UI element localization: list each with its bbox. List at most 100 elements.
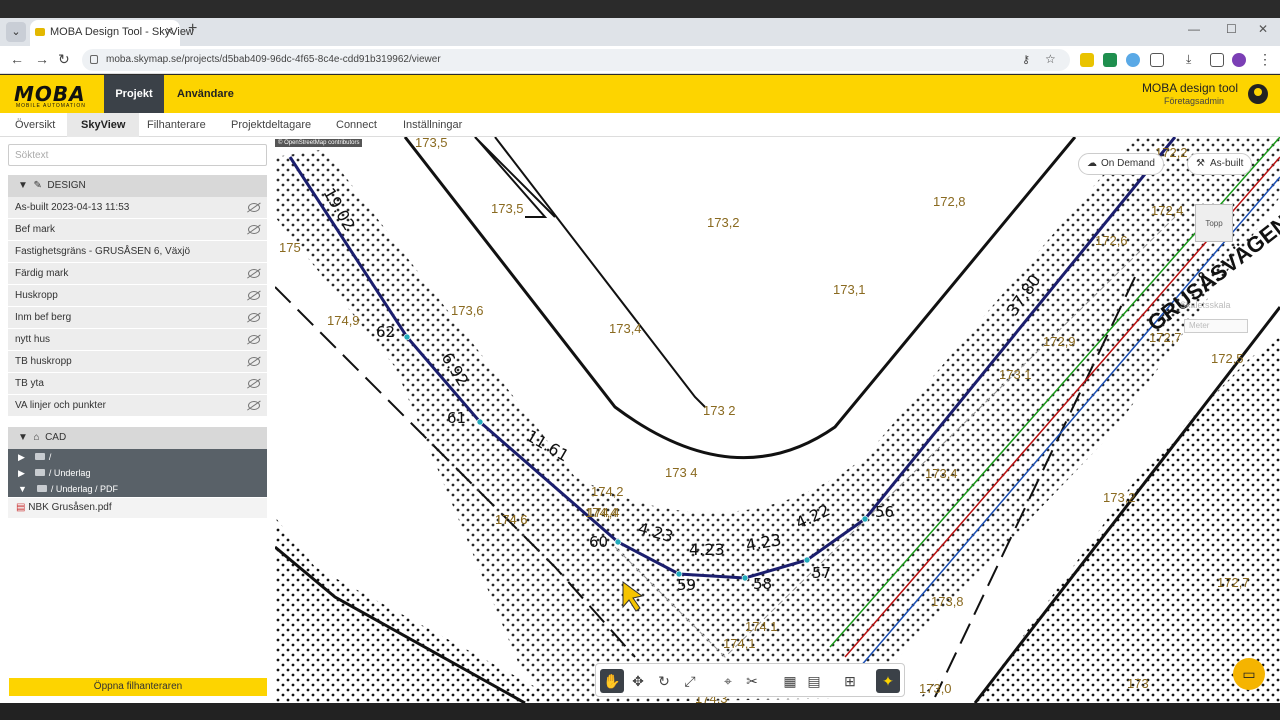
elevation-label: 173 xyxy=(1127,676,1149,691)
key-icon[interactable]: ⚷ xyxy=(1022,53,1030,66)
chat-icon[interactable]: ▭ xyxy=(1233,658,1265,690)
elevation-label: 172,7 xyxy=(1217,575,1250,590)
pan-icon[interactable]: ✋ xyxy=(600,669,624,693)
close-tab-icon[interactable]: ✕ xyxy=(165,25,174,38)
tab-projektdeltagare[interactable]: Projektdeltagare xyxy=(224,113,318,137)
tab-installningar[interactable]: Inställningar xyxy=(396,113,469,137)
tab-skyview[interactable]: SkyView xyxy=(67,113,140,137)
point-number[interactable]: 61 xyxy=(447,409,466,427)
site-info-icon[interactable] xyxy=(90,55,98,64)
tab-connect[interactable]: Connect xyxy=(329,113,384,137)
point-number[interactable]: 60 xyxy=(589,533,608,551)
map-icon[interactable]: ⊞ xyxy=(838,669,862,693)
tab-filhanterare[interactable]: Filhanterare xyxy=(140,113,213,137)
sidepanel-icon[interactable] xyxy=(1210,53,1224,67)
layer-item[interactable]: As-built 2023-04-13 11:53 xyxy=(8,197,267,219)
url-input[interactable]: moba.skymap.se/projects/d5bab409-96dc-4f… xyxy=(82,49,1070,71)
layer-item[interactable]: nytt hus xyxy=(8,329,267,351)
minimize-icon[interactable]: — xyxy=(1188,22,1200,36)
point-number[interactable]: 56 xyxy=(875,503,894,521)
fit-icon[interactable]: ⤢ xyxy=(678,669,702,693)
folder-row[interactable]: ▼ / Underlag / PDF xyxy=(8,481,267,497)
pdf-file-row[interactable]: ▤ NBK Grusåsen.pdf xyxy=(8,498,267,518)
point-number[interactable]: 62 xyxy=(376,323,395,341)
layer-item[interactable]: Bef mark xyxy=(8,219,267,241)
forward-icon[interactable]: → xyxy=(35,51,49,67)
new-tab-icon[interactable]: + xyxy=(188,20,197,38)
osm-credit[interactable]: © OpenStreetMap contributors xyxy=(275,139,363,147)
visibility-off-icon[interactable] xyxy=(248,203,260,212)
profile-avatar[interactable] xyxy=(1232,53,1246,67)
pin-icon[interactable]: ⌖ xyxy=(716,669,740,693)
visibility-off-icon[interactable] xyxy=(248,335,260,344)
extension-icon[interactable] xyxy=(1103,53,1117,67)
calculator-icon[interactable]: ▦ xyxy=(778,669,802,693)
layer-label: TB yta xyxy=(15,378,44,389)
layer-item[interactable]: Inm bef berg xyxy=(8,307,267,329)
nav-projekt[interactable]: Projekt xyxy=(104,75,164,113)
logo-subtitle: MOBILE AUTOMATION xyxy=(16,103,86,109)
folder-row[interactable]: ▶ / Underlag xyxy=(8,465,267,481)
topp-view-button[interactable]: Topp xyxy=(1195,204,1233,242)
visibility-off-icon[interactable] xyxy=(248,379,260,388)
elevation-label: 174 6 xyxy=(495,512,528,527)
layer-item[interactable]: TB huskropp xyxy=(8,351,267,373)
move-icon[interactable]: ✥ xyxy=(626,669,650,693)
point-number[interactable]: 59 xyxy=(677,576,696,594)
visibility-off-icon[interactable] xyxy=(248,313,260,322)
visibility-off-icon[interactable] xyxy=(248,401,260,410)
layer-item[interactable]: Fastighetsgräns - GRUSÅSEN 6, Växjö xyxy=(8,241,267,263)
elevation-label: 173 2 xyxy=(703,403,736,418)
tab-oversikt[interactable]: Översikt xyxy=(8,113,62,137)
extension-icon[interactable] xyxy=(1080,53,1094,67)
menu-dots-icon[interactable]: ⋮ xyxy=(1258,51,1272,68)
browser-tab[interactable]: MOBA Design Tool - SkyView ✕ xyxy=(30,20,194,46)
layer-label: As-built 2023-04-13 11:53 xyxy=(15,202,130,213)
layer-item[interactable]: Huskropp xyxy=(8,285,267,307)
bookmark-star-icon[interactable]: ☆ xyxy=(1045,52,1056,66)
folder-label: / Underlag xyxy=(48,468,91,478)
cad-section-header[interactable]: ▼ ⌂ CAD xyxy=(8,427,267,449)
visibility-off-icon[interactable] xyxy=(248,269,260,278)
close-window-icon[interactable]: ✕ xyxy=(1258,22,1268,36)
extensions-puzzle-icon[interactable] xyxy=(1150,53,1164,67)
open-file-manager-button[interactable]: Öppna filhanteraren xyxy=(9,678,267,696)
tab-list-icon[interactable]: ⌄ xyxy=(6,22,26,42)
design-header-label: DESIGN xyxy=(47,180,86,191)
layer-item[interactable]: TB yta xyxy=(8,373,267,395)
as-built-label: As-built xyxy=(1210,158,1244,169)
ruler-icon[interactable]: ✂ xyxy=(740,669,764,693)
cad-drawing[interactable]: GRUSÅSVÄGEN 173,5173,5173,2172,8175174,9… xyxy=(275,137,1280,703)
reload-icon[interactable]: ↻ xyxy=(58,51,70,68)
download-icon[interactable]: ⤓ xyxy=(1186,52,1191,67)
point-number[interactable]: 57 xyxy=(812,564,831,582)
visibility-off-icon[interactable] xyxy=(248,225,260,234)
search-input[interactable]: Söktext xyxy=(8,144,267,166)
back-icon[interactable]: ← xyxy=(10,51,24,67)
rotate-icon[interactable]: ↻ xyxy=(652,669,676,693)
point-number[interactable]: 58 xyxy=(753,575,772,593)
scale-unit-select[interactable]: Meter xyxy=(1184,319,1248,333)
extension-icon[interactable] xyxy=(1126,53,1140,67)
layer-label: nytt hus xyxy=(15,334,51,345)
nav-anvandare[interactable]: Användare xyxy=(177,75,234,113)
visibility-off-icon[interactable] xyxy=(248,291,260,300)
document-icon[interactable]: ▤ xyxy=(802,669,826,693)
caret-down-icon: ▼ xyxy=(18,180,28,191)
visibility-off-icon[interactable] xyxy=(248,357,260,366)
account-icon[interactable] xyxy=(1248,84,1268,104)
as-built-icon: ⚒ xyxy=(1196,158,1205,169)
elevation-label: 173,2 xyxy=(707,215,740,230)
layer-item[interactable]: Färdig mark xyxy=(8,263,267,285)
as-built-button[interactable]: ⚒ As-built xyxy=(1187,153,1253,175)
elevation-label: 173,4 xyxy=(925,466,958,481)
map-viewer[interactable]: GRUSÅSVÄGEN 173,5 173,5 173,2 172,8 175 174,9… xyxy=(275,137,1280,703)
maximize-icon[interactable]: ☐ xyxy=(1226,22,1237,36)
folder-row[interactable]: ▶ / xyxy=(8,449,267,465)
on-demand-button[interactable]: ☁ On Demand xyxy=(1078,153,1164,175)
elevation-label: 172,7 xyxy=(1149,330,1182,345)
layer-item[interactable]: VA linjer och punkter xyxy=(8,395,267,417)
design-section-header[interactable]: ▼ ✎ DESIGN xyxy=(8,175,267,197)
layer-label: Huskropp xyxy=(15,290,58,301)
lightbulb-icon[interactable]: ✦ xyxy=(876,669,900,693)
